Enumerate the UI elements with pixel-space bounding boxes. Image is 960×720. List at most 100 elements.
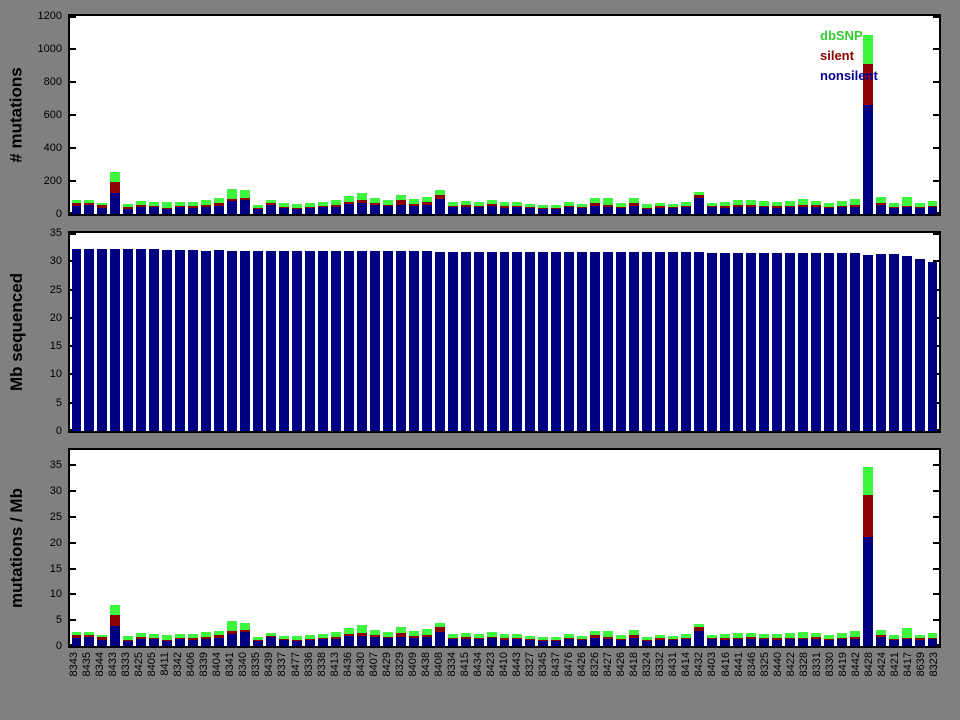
bar-segment-nonsilent: [512, 639, 523, 646]
bar-segment-nonsilent: [784, 207, 795, 214]
y-tick-mark: [933, 593, 939, 596]
bar-segment-nonsilent: [745, 207, 756, 214]
bar-segment-nonsilent: [123, 208, 134, 214]
bar-segment-nonsilent: [875, 204, 886, 214]
bar-segment-mb-sequenced: [434, 251, 445, 431]
bar-segment-silent: [201, 204, 212, 208]
bar-segment-silent: [421, 634, 432, 638]
bar-segment-nonsilent: [590, 637, 601, 646]
x-tick-label: 8337: [276, 652, 289, 677]
bar-segment-silent: [681, 205, 692, 208]
bar-segment-dbsnp: [486, 632, 497, 637]
x-tick-label: 8407: [367, 652, 380, 677]
bar-segment-mb-sequenced: [771, 252, 782, 431]
bar-segment-mb-sequenced: [317, 251, 328, 431]
bar-segment-dbsnp: [875, 197, 886, 203]
bar-segment-nonsilent: [720, 207, 730, 214]
bar-segment-dbsnp: [460, 200, 471, 205]
bar-segment-mb-sequenced: [642, 252, 653, 431]
y-tick-label: 0: [55, 640, 62, 652]
y-tick-label: 1000: [37, 43, 62, 55]
bar-segment-dbsnp: [512, 633, 523, 638]
bar-segment-silent: [603, 204, 614, 207]
bar-segment-dbsnp: [668, 203, 679, 208]
bar-segment-dbsnp: [538, 637, 549, 641]
bar-segment-dbsnp: [408, 198, 419, 204]
bar-segment-nonsilent: [317, 207, 328, 214]
bar-segment-silent: [84, 202, 95, 205]
bar-segment-nonsilent: [836, 207, 847, 214]
bar-segment-nonsilent: [551, 209, 562, 214]
bar-segment-dbsnp: [784, 633, 795, 638]
bar-segment-dbsnp: [655, 202, 666, 207]
bar-segment-nonsilent: [823, 640, 834, 646]
bar-segment-silent: [136, 205, 147, 208]
x-tick-label: 8334: [445, 652, 458, 677]
bar-segment-nonsilent: [914, 208, 925, 214]
bar-segment-silent: [330, 636, 341, 639]
bar-segment-mb-sequenced: [849, 253, 860, 431]
bar-segment-dbsnp: [110, 604, 121, 615]
bar-segment-nonsilent: [343, 636, 354, 646]
x-tick-label: 8329: [393, 652, 406, 677]
mutations-count-chart: 0 200 400 600 800 1000 1200 dbSNP silent nonsi…: [38, 10, 941, 220]
bar-segment-silent: [395, 632, 406, 638]
bar-segment-nonsilent: [681, 207, 692, 214]
bar-segment-mb-sequenced: [227, 250, 238, 431]
bar-segment-silent: [395, 200, 406, 205]
bar-segment-nonsilent: [266, 637, 277, 646]
x-tick-label: 8433: [107, 652, 120, 677]
y-tick-label: 400: [43, 142, 62, 154]
x-tick-label: 8344: [94, 652, 107, 677]
y-tick-label: 600: [43, 109, 62, 121]
bar-segment-silent: [694, 627, 705, 631]
bar-segment-nonsilent: [681, 639, 692, 646]
bar-segment-dbsnp: [382, 632, 393, 637]
bar-segment-dbsnp: [97, 635, 108, 638]
bar-segment-nonsilent: [162, 641, 173, 646]
bar-segment-dbsnp: [188, 201, 199, 206]
bar-segment-dbsnp: [291, 635, 302, 640]
bar-segment-mb-sequenced: [486, 251, 497, 431]
bar-segment-mb-sequenced: [720, 252, 730, 431]
bar-segment-dbsnp: [914, 203, 925, 207]
bar-segment-silent: [110, 181, 121, 194]
bar-segment-nonsilent: [421, 204, 432, 214]
bar-segment-silent: [564, 637, 575, 640]
x-tick-label: 8421: [888, 652, 901, 677]
bar-segment-silent: [447, 205, 458, 208]
mb-sequenced-chart: 0 5 10 15 20 25 30 35: [50, 227, 941, 437]
x-tick-label: 8336: [302, 652, 315, 677]
x-tick-label: 8443: [511, 652, 524, 677]
bar-segment-dbsnp: [317, 634, 328, 638]
x-tick-label: 8442: [849, 652, 862, 677]
bar-segment-mb-sequenced: [356, 251, 367, 431]
bar-segment-nonsilent: [369, 204, 380, 214]
bar-segment-dbsnp: [473, 202, 484, 207]
bar-segment-dbsnp: [279, 203, 289, 207]
bar-segment-dbsnp: [797, 199, 808, 206]
bar-segment-silent: [707, 206, 717, 208]
bar-segment-silent: [136, 637, 147, 640]
y-axis-title-mutations: # mutations: [2, 14, 32, 216]
y-tick-label: 15: [49, 340, 62, 353]
bar-segment-silent: [771, 638, 782, 640]
x-tick-label: 8430: [354, 652, 367, 677]
bar-segment-nonsilent: [590, 205, 601, 214]
bar-segment-dbsnp: [343, 627, 354, 634]
bar-segment-nonsilent: [538, 641, 549, 646]
bar-segment-nonsilent: [291, 209, 302, 214]
bar-segment-dbsnp: [279, 635, 289, 639]
bar-segment-dbsnp: [110, 171, 121, 182]
x-tick-label: 8323: [927, 652, 940, 677]
bar-segment-silent: [201, 636, 212, 640]
bar-segment-dbsnp: [356, 192, 367, 200]
bar-segment-dbsnp: [291, 203, 302, 208]
bar-segment-nonsilent: [382, 638, 393, 646]
bar-segment-mb-sequenced: [694, 252, 705, 431]
y-tick-label: 0: [55, 425, 62, 437]
x-tick-label: 8403: [706, 652, 719, 677]
bar-segment-mb-sequenced: [395, 251, 406, 431]
bar-segment-silent: [486, 204, 497, 207]
bar-segment-silent: [473, 637, 484, 640]
